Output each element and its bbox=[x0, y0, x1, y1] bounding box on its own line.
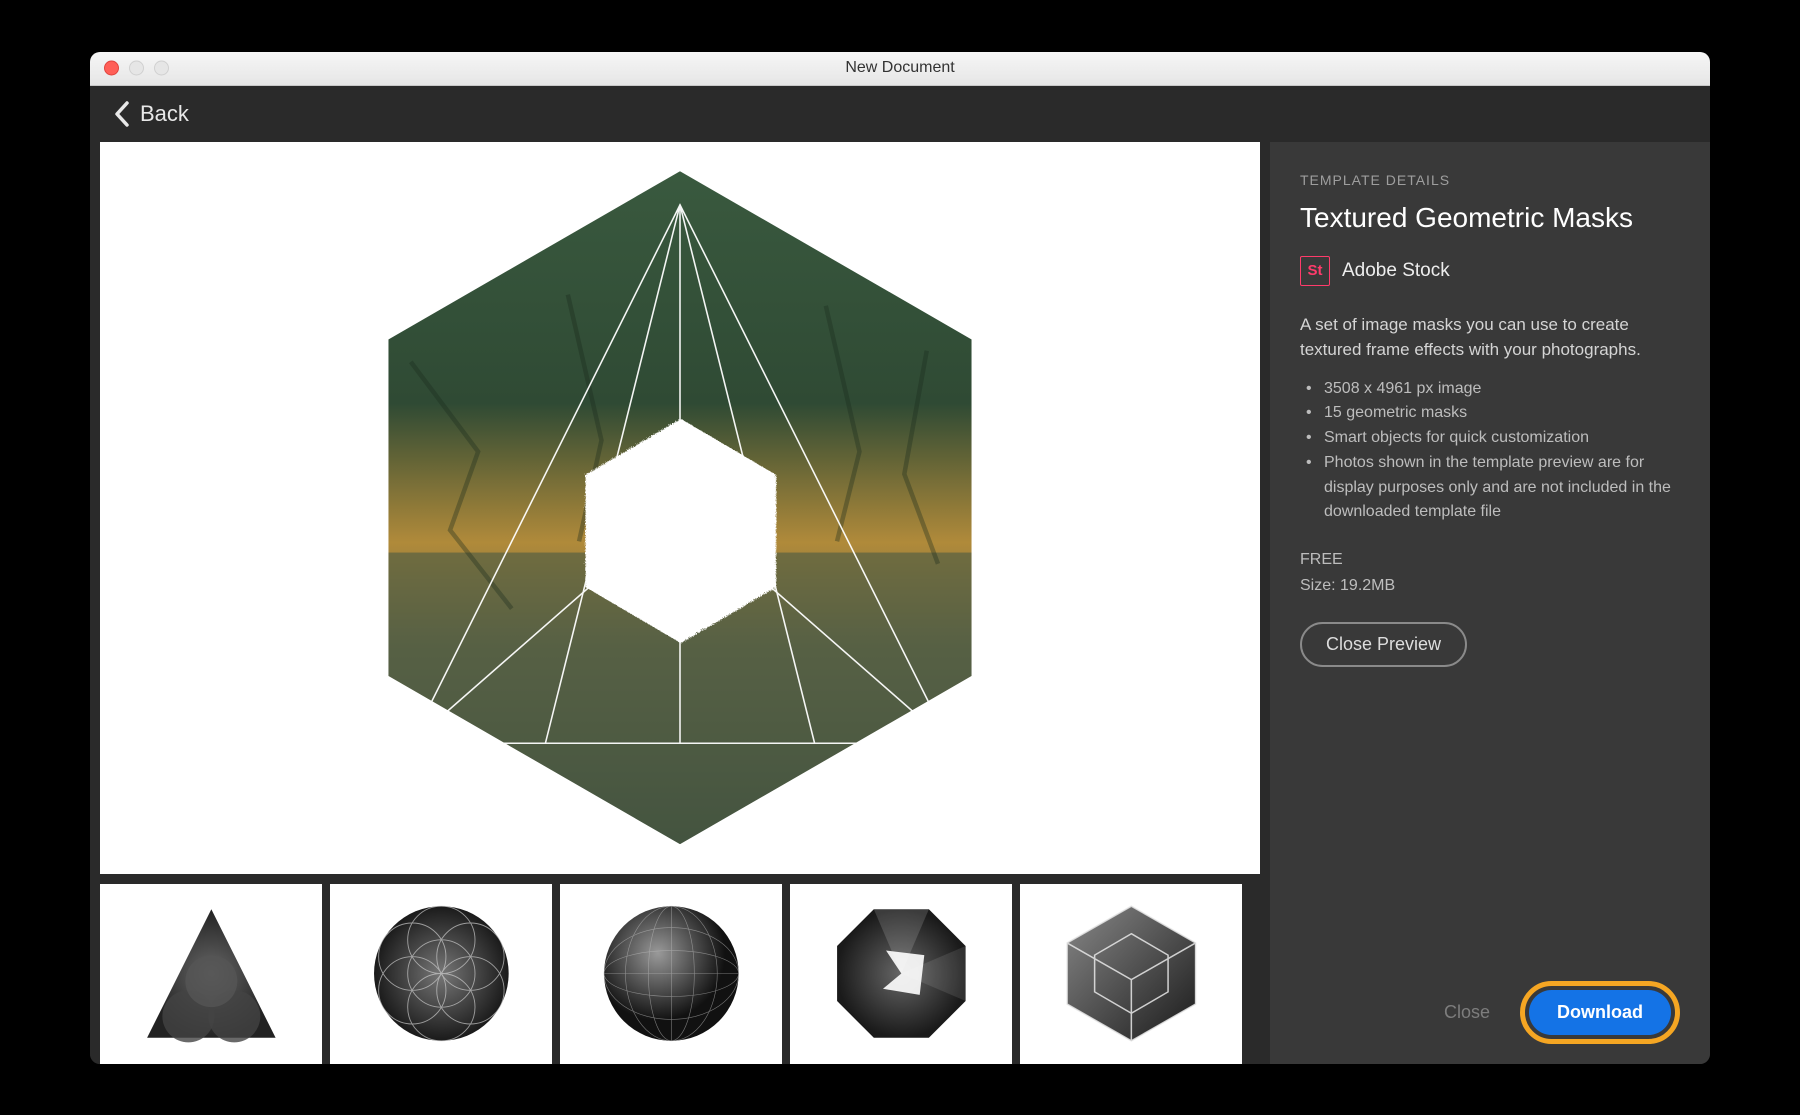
price-label: FREE bbox=[1300, 547, 1680, 573]
thumbnail-item[interactable] bbox=[100, 884, 322, 1064]
close-window-button[interactable] bbox=[104, 61, 119, 76]
provider-name: Adobe Stock bbox=[1342, 260, 1450, 282]
template-thumbnails bbox=[100, 884, 1260, 1064]
download-button[interactable]: Download bbox=[1529, 990, 1671, 1035]
footer-actions: Close Download bbox=[1300, 961, 1680, 1044]
hex-cube-mask-icon bbox=[1037, 897, 1226, 1050]
zoom-window-button[interactable] bbox=[154, 61, 169, 76]
template-hero-preview bbox=[100, 142, 1260, 874]
close-button[interactable]: Close bbox=[1428, 992, 1506, 1033]
thumbnail-item[interactable] bbox=[1020, 884, 1242, 1064]
download-highlight: Download bbox=[1520, 981, 1680, 1044]
aperture-octagon-mask-icon bbox=[807, 897, 996, 1050]
details-eyebrow: TEMPLATE DETAILS bbox=[1300, 172, 1680, 188]
feature-item: 15 geometric masks bbox=[1306, 401, 1680, 426]
titlebar: New Document bbox=[90, 52, 1710, 86]
template-description: A set of image masks you can use to crea… bbox=[1300, 312, 1680, 363]
content: TEMPLATE DETAILS Textured Geometric Mask… bbox=[90, 142, 1710, 1064]
traffic-lights bbox=[104, 61, 169, 76]
template-provider: St Adobe Stock bbox=[1300, 256, 1680, 286]
close-preview-button[interactable]: Close Preview bbox=[1300, 622, 1467, 667]
feature-item: 3508 x 4961 px image bbox=[1306, 377, 1680, 402]
feature-item: Photos shown in the template preview are… bbox=[1306, 451, 1680, 525]
thumbnail-item[interactable] bbox=[560, 884, 782, 1064]
window-title: New Document bbox=[845, 59, 954, 77]
hero-hexagon-mask-icon bbox=[245, 160, 1115, 855]
back-button[interactable]: Back bbox=[114, 101, 189, 127]
triangle-mask-icon bbox=[117, 897, 306, 1050]
template-meta: FREE Size: 19.2MB bbox=[1300, 547, 1680, 598]
thumbnail-item[interactable] bbox=[330, 884, 552, 1064]
geodesic-sphere-mask-icon bbox=[577, 897, 766, 1050]
chevron-left-icon bbox=[114, 101, 130, 127]
thumbnail-item[interactable] bbox=[790, 884, 1012, 1064]
toolbar: Back bbox=[90, 86, 1710, 142]
adobe-stock-badge-icon: St bbox=[1300, 256, 1330, 286]
back-label: Back bbox=[140, 101, 189, 127]
template-title: Textured Geometric Masks bbox=[1300, 202, 1680, 234]
new-document-window: New Document Back bbox=[90, 52, 1710, 1064]
preview-pane bbox=[90, 142, 1270, 1064]
template-details-panel: TEMPLATE DETAILS Textured Geometric Mask… bbox=[1270, 142, 1710, 1064]
minimize-window-button[interactable] bbox=[129, 61, 144, 76]
template-features-list: 3508 x 4961 px image 15 geometric masks … bbox=[1300, 377, 1680, 526]
circle-flower-mask-icon bbox=[347, 897, 536, 1050]
feature-item: Smart objects for quick customization bbox=[1306, 426, 1680, 451]
size-label: Size: 19.2MB bbox=[1300, 573, 1680, 599]
